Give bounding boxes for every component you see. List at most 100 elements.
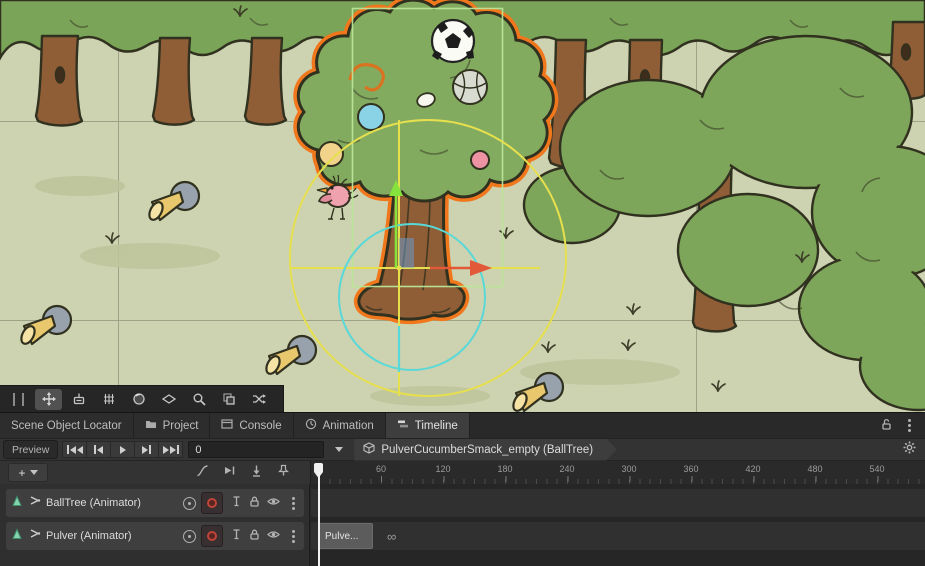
tilemap-tool-button[interactable] bbox=[95, 389, 122, 410]
transport-buttons bbox=[62, 441, 183, 458]
curves-icon[interactable] bbox=[196, 464, 209, 482]
scene-canvas[interactable] bbox=[0, 0, 925, 412]
ruler-tick: 240 bbox=[559, 464, 574, 474]
tab-project[interactable]: Project bbox=[134, 413, 211, 438]
avatar-icon bbox=[28, 494, 41, 512]
tab-label: Animation bbox=[323, 420, 374, 432]
timeline-header-left: + bbox=[0, 461, 310, 484]
animation-clip[interactable]: Pulve... bbox=[319, 523, 373, 549]
record-button[interactable] bbox=[201, 492, 223, 514]
volleyball[interactable] bbox=[453, 70, 487, 104]
plane-tool-button[interactable] bbox=[155, 389, 182, 410]
loop-infinity-icon: ∞ bbox=[387, 522, 396, 550]
timeline-header-icons bbox=[196, 464, 302, 482]
timeline-header-row: + 60 120 180 240 300 360 420 480 bbox=[0, 460, 925, 484]
go-to-start-button[interactable] bbox=[62, 441, 87, 458]
animator-icon bbox=[11, 527, 23, 545]
avatar-icon bbox=[28, 527, 41, 545]
previous-frame-button[interactable] bbox=[86, 441, 111, 458]
editor-window: Scene Object Locator Project Console Ani… bbox=[0, 0, 925, 566]
console-icon bbox=[221, 418, 233, 433]
record-icon bbox=[207, 531, 217, 541]
unlock-icon[interactable] bbox=[881, 417, 892, 435]
frame-field[interactable]: 0 bbox=[188, 441, 324, 458]
track-row-pulver[interactable]: Pulver (Animator) bbox=[6, 522, 304, 550]
pin-icon[interactable] bbox=[277, 464, 290, 482]
kebab-icon[interactable] bbox=[908, 424, 911, 427]
tab-console[interactable]: Console bbox=[210, 413, 293, 438]
tab-label: Timeline bbox=[415, 420, 458, 432]
layers-tool-button[interactable] bbox=[215, 389, 242, 410]
target-icon[interactable] bbox=[183, 530, 196, 543]
track-label: BallTree (Animator) bbox=[46, 497, 178, 509]
gizmo-center[interactable] bbox=[397, 266, 402, 271]
pink-ball[interactable] bbox=[471, 151, 489, 169]
preview-label: Preview bbox=[12, 444, 49, 456]
chevron-down-icon bbox=[335, 447, 343, 452]
zoom-tool-button[interactable] bbox=[185, 389, 212, 410]
eye-icon[interactable] bbox=[267, 494, 280, 512]
chevron-down-icon bbox=[30, 470, 38, 475]
tab-bar-right bbox=[871, 413, 925, 438]
next-frame-button[interactable] bbox=[134, 441, 159, 458]
ruler-tick: 60 bbox=[376, 464, 386, 474]
tab-scene-object-locator[interactable]: Scene Object Locator bbox=[0, 413, 134, 438]
track-row-balltree[interactable]: BallTree (Animator) bbox=[6, 489, 304, 517]
tab-animation[interactable]: Animation bbox=[294, 413, 386, 438]
cube-icon bbox=[363, 442, 375, 457]
blue-ball[interactable] bbox=[358, 104, 384, 130]
ruler-tick: 540 bbox=[869, 464, 884, 474]
ruler-tick: 180 bbox=[497, 464, 512, 474]
preview-button[interactable]: Preview bbox=[3, 440, 58, 459]
track-lane-pulver[interactable]: Pulve... ∞ bbox=[311, 522, 925, 550]
frame-value: 0 bbox=[195, 444, 201, 456]
eye-icon[interactable] bbox=[267, 527, 280, 545]
record-button[interactable] bbox=[201, 525, 223, 547]
plane-handle[interactable] bbox=[399, 238, 414, 268]
add-track-button[interactable]: + bbox=[8, 463, 48, 482]
ruler-tick: 420 bbox=[745, 464, 760, 474]
playhead[interactable] bbox=[313, 460, 324, 566]
tab-timeline[interactable]: Timeline bbox=[386, 413, 470, 438]
soccer-ball[interactable] bbox=[432, 20, 474, 62]
random-tool-button[interactable] bbox=[245, 389, 272, 410]
gear-icon bbox=[903, 441, 916, 459]
kebab-icon[interactable] bbox=[292, 502, 295, 505]
timeline-icon bbox=[397, 418, 409, 433]
bottom-panel: Scene Object Locator Project Console Ani… bbox=[0, 412, 925, 566]
settings-button[interactable] bbox=[903, 441, 916, 459]
animator-icon bbox=[11, 494, 23, 512]
pin-icon[interactable] bbox=[231, 494, 242, 512]
pin-icon[interactable] bbox=[231, 527, 242, 545]
lock-icon[interactable] bbox=[249, 494, 260, 512]
kebab-icon[interactable] bbox=[292, 535, 295, 538]
target-icon[interactable] bbox=[183, 497, 196, 510]
timeline-ruler[interactable]: 60 120 180 240 300 360 420 480 540 bbox=[310, 461, 925, 484]
track-toggles bbox=[228, 494, 283, 512]
move-tool-button[interactable] bbox=[35, 389, 62, 410]
scene-toolbar bbox=[0, 385, 284, 412]
panel-tab-bar: Scene Object Locator Project Console Ani… bbox=[0, 412, 925, 438]
marker-down-icon[interactable] bbox=[250, 464, 263, 482]
breadcrumb-text: PulverCucumberSmack_empty (BallTree) bbox=[381, 444, 593, 456]
folder-icon bbox=[145, 418, 157, 433]
ruler-tick: 120 bbox=[435, 464, 450, 474]
track-lane-balltree[interactable] bbox=[311, 489, 925, 517]
breadcrumb[interactable]: PulverCucumberSmack_empty (BallTree) bbox=[354, 439, 617, 461]
go-to-end-button[interactable] bbox=[158, 441, 183, 458]
playhead-line bbox=[318, 472, 320, 566]
tab-label: Scene Object Locator bbox=[11, 420, 122, 432]
track-toggles bbox=[228, 527, 283, 545]
ruler-tick: 300 bbox=[621, 464, 636, 474]
yellow-ball[interactable] bbox=[319, 142, 343, 166]
play-button[interactable] bbox=[110, 441, 135, 458]
transport-row: Preview 0 PulverCucumberSmack_empty (Bal… bbox=[0, 438, 925, 460]
lock-icon[interactable] bbox=[249, 527, 260, 545]
tab-label: Project bbox=[163, 420, 199, 432]
clip-in-icon[interactable] bbox=[223, 464, 236, 482]
stamp-tool-button[interactable] bbox=[65, 389, 92, 410]
drag-handle-icon[interactable] bbox=[5, 389, 32, 410]
scene-view[interactable] bbox=[0, 0, 925, 412]
timeline-options-dropdown[interactable] bbox=[330, 441, 348, 458]
sphere-tool-button[interactable] bbox=[125, 389, 152, 410]
